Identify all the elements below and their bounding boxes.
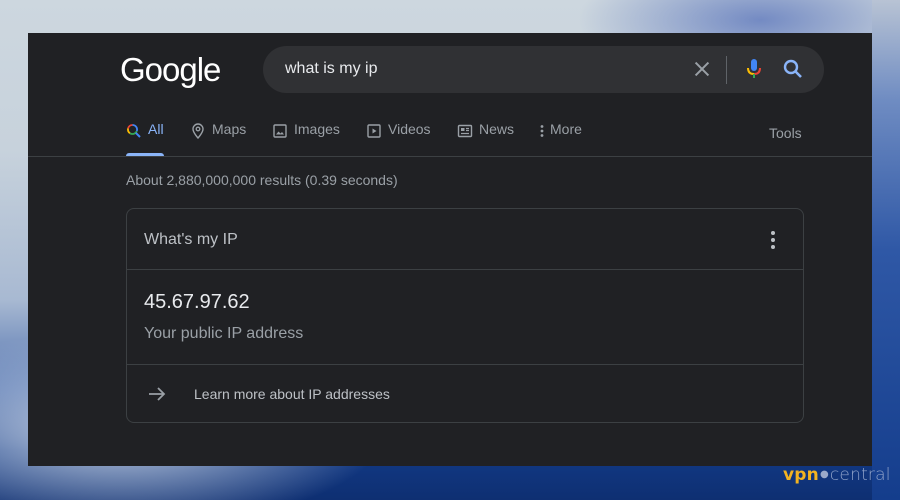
learn-more-link[interactable]: Learn more about IP addresses	[127, 365, 803, 423]
watermark-vpn: vpn	[783, 465, 819, 485]
play-icon	[367, 124, 381, 138]
tools-button[interactable]: Tools	[769, 125, 802, 141]
result-stats: About 2,880,000,000 results (0.39 second…	[126, 172, 398, 188]
watermark-dot: ●	[819, 469, 829, 480]
tab-label: More	[550, 121, 582, 137]
ip-answer-card: What's my IP 45.67.97.62 Your public IP …	[126, 208, 804, 423]
more-vert-icon	[540, 125, 544, 137]
arrow-right-icon	[149, 387, 166, 401]
more-options-icon[interactable]	[763, 229, 783, 251]
search-box-divider	[726, 56, 727, 84]
tabs-divider	[28, 156, 872, 157]
search-box[interactable]: what is my ip	[263, 46, 824, 93]
newspaper-icon	[457, 124, 473, 138]
card-title: What's my IP	[144, 231, 238, 248]
ip-address-label: Your public IP address	[144, 325, 304, 342]
image-icon	[273, 124, 287, 138]
card-divider	[127, 269, 803, 270]
ip-address: 45.67.97.62	[144, 291, 250, 313]
browser-content: Google what is my ip All Maps Images Vid…	[28, 33, 872, 466]
tab-label: Images	[294, 121, 340, 137]
learn-more-text: Learn more about IP addresses	[194, 386, 390, 402]
tab-label: All	[148, 121, 164, 137]
tab-videos[interactable]: Videos	[366, 121, 431, 157]
search-input[interactable]: what is my ip	[285, 60, 377, 78]
tab-label: Maps	[212, 121, 247, 137]
tab-images[interactable]: Images	[272, 121, 340, 157]
search-icon[interactable]	[781, 57, 805, 81]
google-logo[interactable]: Google	[120, 51, 221, 89]
watermark-central: central	[829, 465, 891, 485]
tab-label: News	[479, 121, 515, 137]
close-icon[interactable]	[691, 58, 713, 80]
map-pin-icon	[192, 123, 204, 139]
tab-label: Videos	[388, 121, 431, 137]
vpncentral-watermark: vpn●central	[783, 465, 891, 485]
tab-more[interactable]: More	[538, 121, 582, 157]
microphone-icon[interactable]	[742, 57, 766, 81]
desktop-background	[872, 0, 900, 500]
tab-news[interactable]: News	[457, 121, 514, 157]
search-icon	[127, 124, 141, 138]
tab-maps[interactable]: Maps	[190, 121, 246, 157]
tab-all[interactable]: All	[126, 121, 164, 157]
